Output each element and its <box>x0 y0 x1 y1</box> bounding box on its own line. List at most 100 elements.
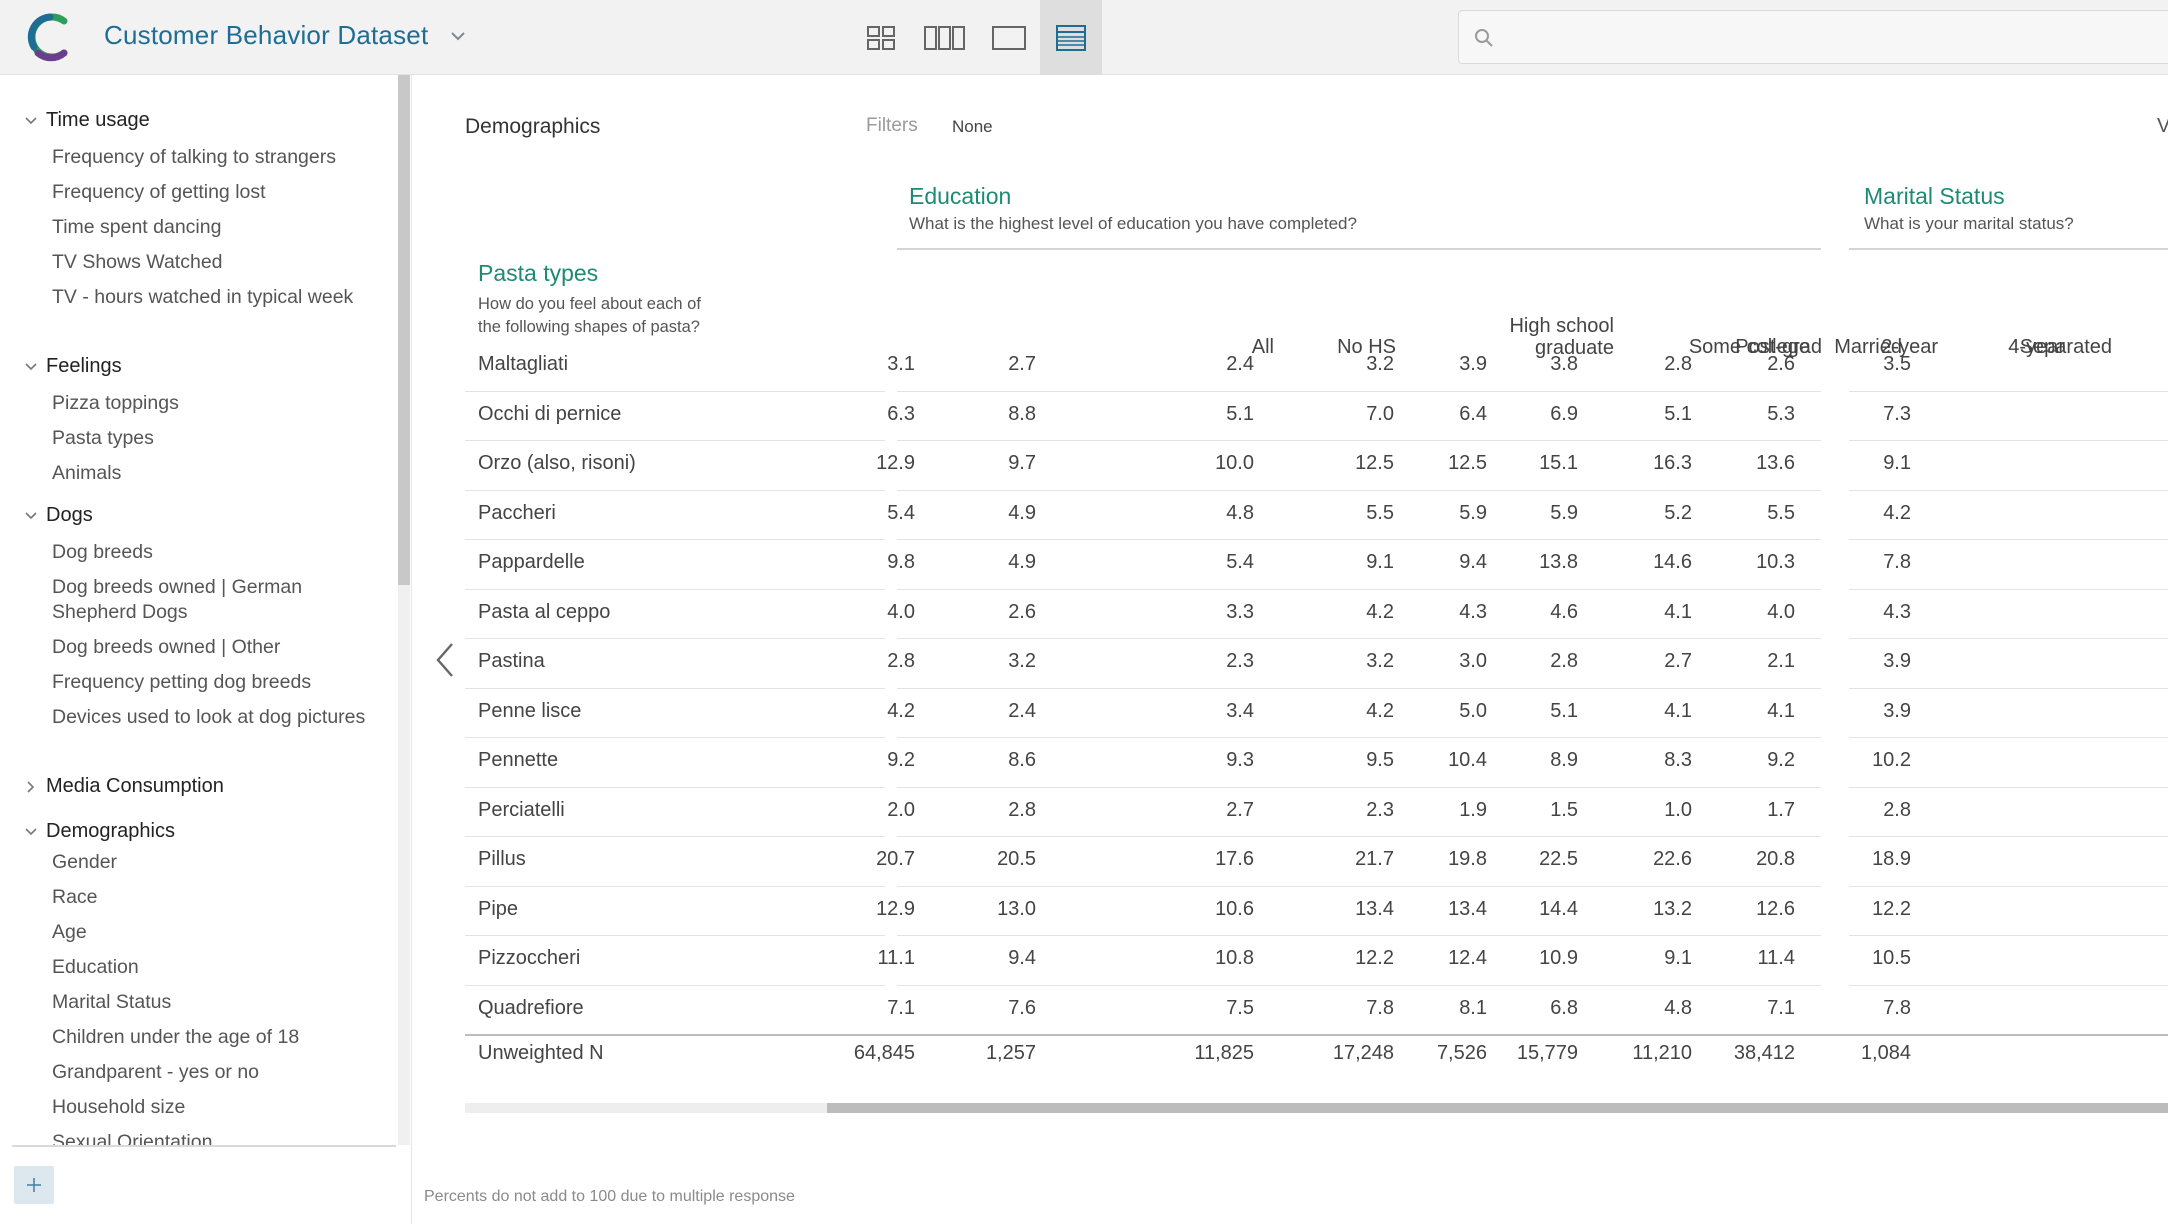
table-cell: 12.6 <box>1756 897 1795 920</box>
sidebar-item[interactable]: TV - hours watched in typical week <box>52 285 382 310</box>
table-row[interactable]: Orzo (also, risoni) 12.9 9.7 10.0 12.5 12.5 15… <box>465 440 2168 490</box>
sidebar-item[interactable]: Grandparent - yes or no <box>52 1060 382 1085</box>
table-cell: 11,825 <box>1194 1042 1254 1064</box>
table-cell: 1.9 <box>1459 798 1487 821</box>
single-view-button[interactable] <box>978 0 1040 75</box>
sidebar-item[interactable]: Time spent dancing <box>52 215 382 240</box>
sidebar-item[interactable]: Household size <box>52 1095 382 1120</box>
grid-view-button[interactable] <box>850 0 912 75</box>
sidebar-section-demographics[interactable]: Demographics <box>24 820 175 843</box>
table-cell: 15,779 <box>1516 1042 1578 1064</box>
search-icon <box>1475 29 1493 47</box>
table-row[interactable]: Quadrefiore 7.1 7.6 7.5 7.8 8.1 6.8 4.8 7.1 7.8 <box>465 985 2168 1035</box>
sidebar-item[interactable]: Sexual Orientation <box>52 1130 382 1145</box>
row-label: Pennette <box>478 749 559 771</box>
sidebar-item[interactable]: Dog breeds <box>52 540 382 565</box>
table-cell: 3.9 <box>1459 353 1487 375</box>
table-cell: 3.3 <box>1226 600 1254 623</box>
table-row[interactable]: Pasta al ceppo 4.0 2.6 3.3 4.2 4.3 4.6 4.1 4.0 4.… <box>465 589 2168 639</box>
sidebar-item[interactable]: Devices used to look at dog pictures <box>52 705 382 730</box>
row-variable-header: Pasta types How do you feel about each o… <box>478 260 718 338</box>
chevron-left-icon[interactable] <box>432 640 458 680</box>
table-cell: 3.0 <box>1459 650 1487 672</box>
row-variable-question: How do you feel about each of the follow… <box>478 295 701 336</box>
table-scroll-thumb[interactable] <box>827 1103 2168 1113</box>
sidebar-section-media-consumption[interactable]: Media Consumption <box>24 775 224 798</box>
search-input[interactable] <box>1458 10 2168 64</box>
chevron-down-icon[interactable] <box>448 26 468 46</box>
sidebar-item[interactable]: Pasta types <box>52 426 382 451</box>
sidebar-section-dogs[interactable]: Dogs <box>24 504 93 527</box>
table-cell: 5.9 <box>1550 501 1578 524</box>
chevron-down-icon <box>25 511 37 519</box>
group-title: Marital Status <box>1864 183 2005 209</box>
table-cell: 9.8 <box>887 551 915 573</box>
sidebar-section-time-usage[interactable]: Time usage <box>24 109 150 132</box>
table-cell: 13.4 <box>1355 897 1394 920</box>
sidebar-item[interactable]: Frequency of talking to strangers <box>52 145 382 170</box>
table-cell: 3.5 <box>1883 353 1911 375</box>
table-cell: 2.8 <box>1550 650 1578 672</box>
table-cell: 19.8 <box>1448 848 1487 870</box>
table-cell: 1,084 <box>1860 1042 1911 1064</box>
table-row[interactable]: Pastina 2.8 3.2 2.3 3.2 3.0 2.8 2.7 2.1 3.9 <box>465 638 2168 688</box>
table-row[interactable]: Pizzoccheri 11.1 9.4 10.8 12.2 12.4 10.9 9.1 11.… <box>465 935 2168 985</box>
sidebar-item[interactable]: TV Shows Watched <box>52 250 382 275</box>
top-bar: Customer Behavior Dataset <box>0 0 2168 75</box>
table-row[interactable]: Pennette 9.2 8.6 9.3 9.5 10.4 8.9 8.3 9.2 10.2 <box>465 737 2168 787</box>
table-row[interactable]: Perciatelli 2.0 2.8 2.7 2.3 1.9 1.5 1.0 1.7 2.8 <box>465 787 2168 837</box>
table-cell: 21.7 <box>1355 848 1394 870</box>
sidebar-item[interactable]: Frequency of getting lost <box>52 180 382 205</box>
table-cell: 3.2 <box>1008 650 1036 672</box>
sidebar-item[interactable]: Marital Status <box>52 990 382 1015</box>
table-cell: 9.1 <box>1883 452 1911 474</box>
table-horizontal-scrollbar[interactable] <box>465 1103 2168 1113</box>
table-row[interactable]: Pillus 20.7 20.5 17.6 21.7 19.8 22.5 22.6 20.8 18… <box>465 836 2168 886</box>
table-row[interactable]: Pappardelle 9.8 4.9 5.4 9.1 9.4 13.8 14.6 10.3 7.… <box>465 539 2168 589</box>
sidebar-item[interactable]: Age <box>52 920 382 945</box>
sidebar-item[interactable]: Frequency petting dog breeds <box>52 670 382 695</box>
sidebar-item[interactable]: Animals <box>52 461 382 486</box>
section-label: Feelings <box>46 355 122 377</box>
table-row[interactable]: Occhi di pernice 6.3 8.8 5.1 7.0 6.4 6.9 5.1 5.3… <box>465 391 2168 441</box>
add-variable-button[interactable] <box>14 1166 54 1204</box>
filters-value[interactable]: None <box>952 117 993 137</box>
sidebar-item[interactable]: Education <box>52 955 382 980</box>
table-cell: 2.8 <box>887 650 915 672</box>
table-view-button[interactable] <box>1040 0 1102 75</box>
sidebar-scroll-thumb[interactable] <box>398 75 410 585</box>
group-question: What is the highest level of education y… <box>909 214 1357 233</box>
sidebar-item[interactable]: Gender <box>52 850 382 875</box>
table-cell: 20.7 <box>876 848 915 870</box>
table-cell: 3.8 <box>1550 353 1578 375</box>
table-row[interactable]: Penne lisce 4.2 2.4 3.4 4.2 5.0 5.1 4.1 4.1 3.9 <box>465 688 2168 738</box>
table-cell: 5.1 <box>1226 402 1254 425</box>
table-row[interactable]: Maltagliati 3.1 2.7 2.4 3.2 3.9 3.8 2.8 2.6 3.5 <box>465 341 2168 391</box>
columns-view-button[interactable] <box>914 0 976 75</box>
table-cell: 8.9 <box>1550 749 1578 771</box>
sidebar-scrollbar[interactable] <box>398 75 410 1145</box>
table-cell: 7.0 <box>1366 402 1394 425</box>
table-cell: 15.1 <box>1539 452 1578 474</box>
sidebar-item[interactable]: Dog breeds owned | German Shepherd Dogs <box>52 575 382 625</box>
group-question: What is your marital status? <box>1864 214 2074 233</box>
app-logo[interactable] <box>24 11 76 63</box>
sidebar-item[interactable]: Dog breeds owned | Other <box>52 635 382 660</box>
table-cell: 4.6 <box>1550 600 1578 623</box>
dataset-title[interactable]: Customer Behavior Dataset <box>104 20 428 51</box>
table-cell: 8.1 <box>1459 996 1487 1019</box>
table-cell: 64,845 <box>853 1042 915 1064</box>
chevron-right-icon <box>27 780 35 793</box>
sidebar-section-feelings[interactable]: Feelings <box>24 355 122 378</box>
table-cell: 2.7 <box>1664 650 1692 672</box>
table-cell: 11.1 <box>877 947 915 969</box>
table-cell: 7.5 <box>1226 996 1254 1019</box>
filters-label[interactable]: Filters <box>866 115 918 137</box>
sidebar-item[interactable]: Pizza toppings <box>52 391 382 416</box>
sidebar-item[interactable]: Children under the age of 18 <box>52 1025 382 1050</box>
table-row[interactable]: Pipe 12.9 13.0 10.6 13.4 13.4 14.4 13.2 12.6 12.2 <box>465 886 2168 936</box>
table-row[interactable]: Paccheri 5.4 4.9 4.8 5.5 5.9 5.9 5.2 5.5 4.2 <box>465 490 2168 540</box>
sidebar-divider <box>12 1145 396 1147</box>
group-header-education: Education What is the highest level of e… <box>909 183 1357 234</box>
sidebar-item[interactable]: Race <box>52 885 382 910</box>
